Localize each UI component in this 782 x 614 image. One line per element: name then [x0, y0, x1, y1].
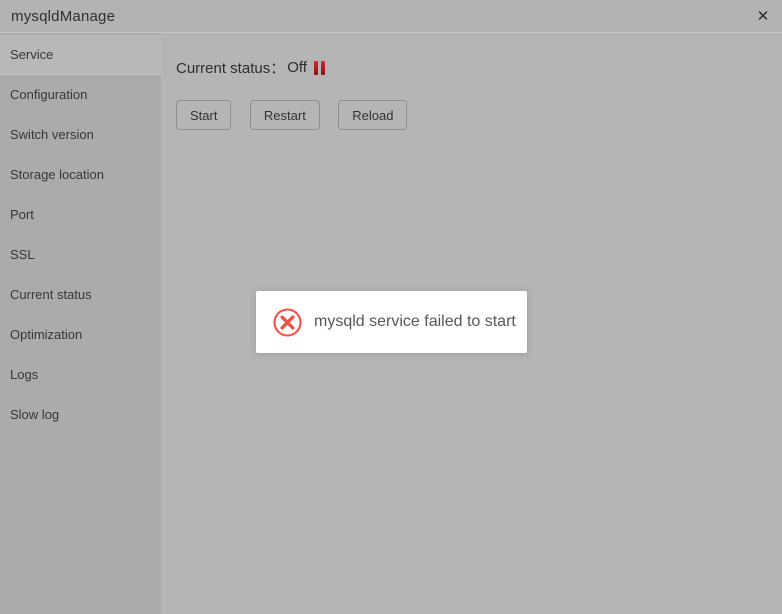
sidebar-item-slow-log[interactable]: Slow log	[0, 395, 161, 435]
sidebar-item-current-status[interactable]: Current status	[0, 275, 161, 315]
toast-error: mysqld service failed to start	[256, 291, 527, 353]
titlebar[interactable]: mysqldManage ✕	[0, 0, 782, 33]
sidebar-item-port[interactable]: Port	[0, 195, 161, 235]
reload-button[interactable]: Reload	[338, 100, 408, 130]
sidebar-item-configuration[interactable]: Configuration	[0, 75, 161, 115]
sidebar-item-storage-location[interactable]: Storage location	[0, 155, 161, 195]
app-window: mysqldManage ✕ Service Configuration Swi…	[0, 0, 782, 614]
sidebar-item-logs[interactable]: Logs	[0, 355, 161, 395]
close-icon[interactable]: ✕	[750, 0, 776, 32]
sidebar-item-optimization[interactable]: Optimization	[0, 315, 161, 355]
sidebar-item-ssl[interactable]: SSL	[0, 235, 161, 275]
status-line: Current status： Off	[176, 57, 782, 78]
toast-message: mysqld service failed to start	[314, 313, 516, 330]
sidebar-item-switch-version[interactable]: Switch version	[0, 115, 161, 155]
error-circle-x-icon	[273, 307, 302, 337]
status-value: Off	[287, 59, 307, 76]
service-actions: Start Restart Reload	[176, 100, 782, 130]
start-button[interactable]: Start	[176, 100, 232, 130]
window-title: mysqldManage	[11, 7, 116, 25]
pause-icon	[313, 61, 325, 75]
status-label: Current status：	[176, 60, 286, 77]
sidebar-item-service[interactable]: Service	[0, 35, 161, 75]
restart-button[interactable]: Restart	[249, 100, 320, 130]
sidebar: Service Configuration Switch version Sto…	[0, 33, 161, 614]
